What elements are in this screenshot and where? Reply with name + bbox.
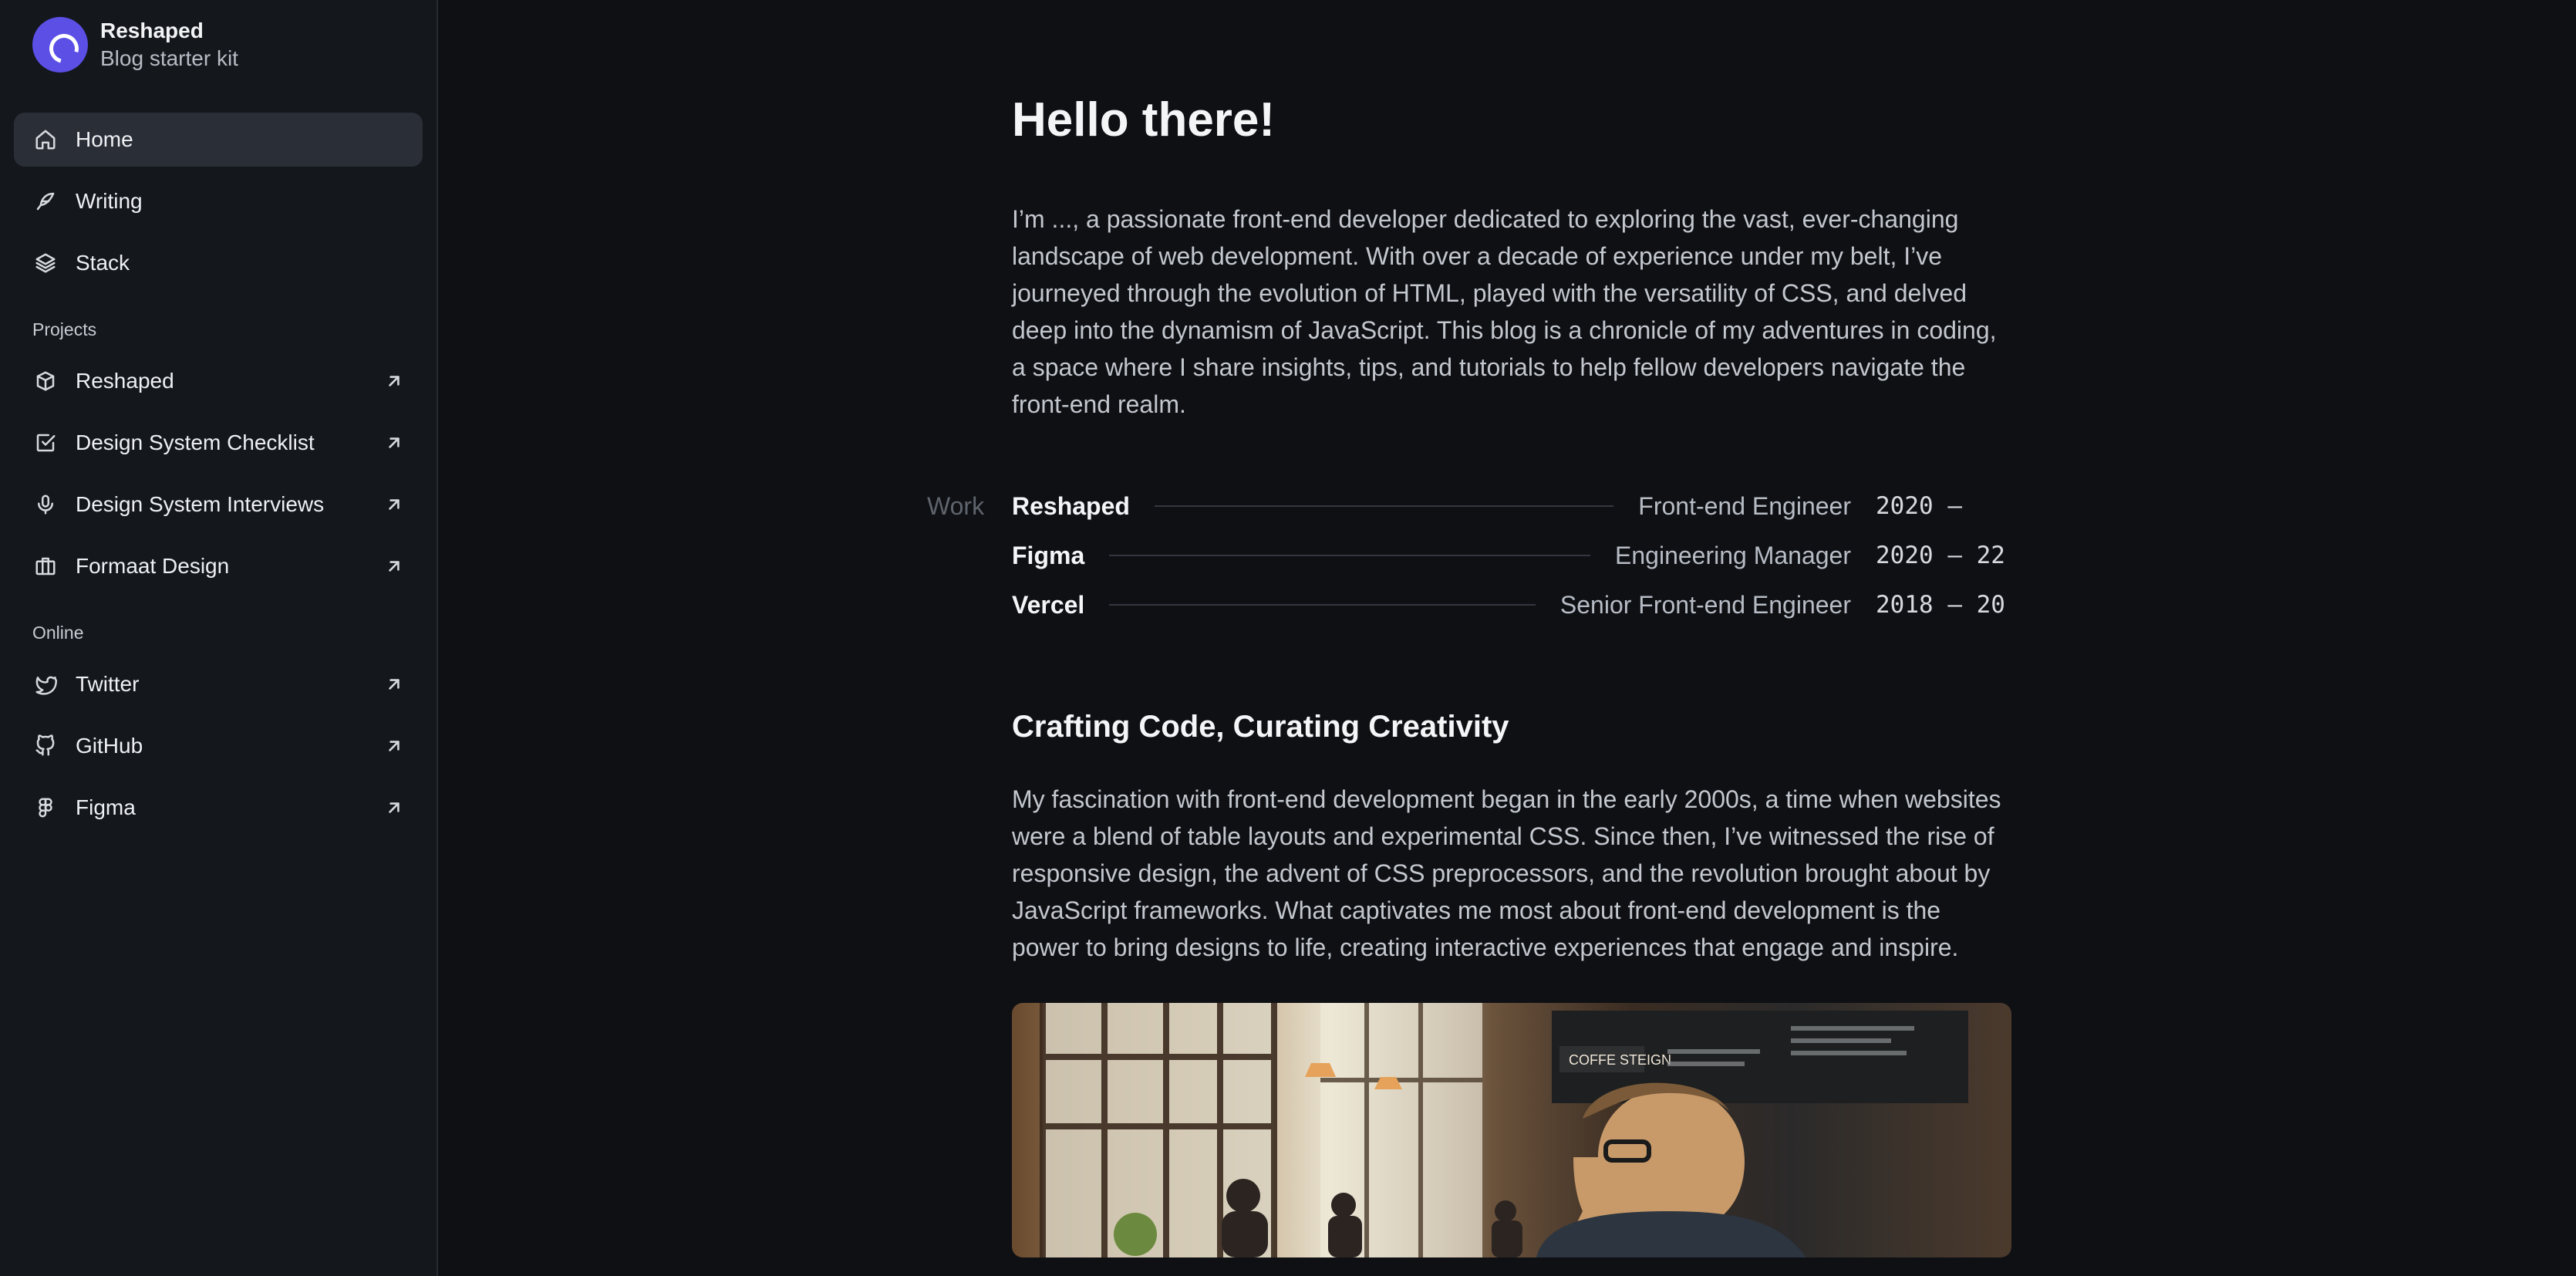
reshaped-logo-icon xyxy=(32,17,88,73)
online-list: Twitter GitHub Figma xyxy=(14,657,423,835)
nav-label: Twitter xyxy=(76,672,140,696)
nav-label: Design System Interviews xyxy=(76,492,325,516)
external-link-icon xyxy=(384,495,404,515)
project-item-reshaped[interactable]: Reshaped xyxy=(14,354,423,408)
hero-image: COFFE STEIGN xyxy=(1012,1003,2011,1257)
work-company: Vercel xyxy=(1012,590,1085,619)
nav-item-stack[interactable]: Stack xyxy=(14,236,423,290)
work-years: 2020 — xyxy=(1876,492,1962,520)
briefcase-icon xyxy=(32,553,59,579)
box-icon xyxy=(32,368,59,394)
nav-item-writing[interactable]: Writing xyxy=(14,174,423,228)
project-item-design-system-checklist[interactable]: Design System Checklist xyxy=(14,416,423,470)
external-link-icon xyxy=(384,798,404,818)
work-label: Work xyxy=(927,492,985,520)
nav-label: Home xyxy=(76,127,133,151)
nav-label: Design System Checklist xyxy=(76,430,315,454)
sidebar: Reshaped Blog starter kit Home Writing S… xyxy=(0,0,438,1276)
nav-item-home[interactable]: Home xyxy=(14,113,423,167)
page-title: Hello there! xyxy=(1012,93,1276,147)
home-icon xyxy=(32,127,59,153)
checkbox-icon xyxy=(32,430,59,456)
projects-list: Reshaped Design System Checklist Design … xyxy=(14,354,423,593)
nav-label: Formaat Design xyxy=(76,554,230,578)
feather-icon xyxy=(32,188,59,214)
project-item-formaat-design[interactable]: Formaat Design xyxy=(14,539,423,593)
nav-label: Reshaped xyxy=(76,369,174,393)
section-paragraph: My fascination with front-end developmen… xyxy=(1012,785,2001,961)
online-item-github[interactable]: GitHub xyxy=(14,719,423,773)
brand-subtitle: Blog starter kit xyxy=(100,46,238,70)
external-link-icon xyxy=(384,433,404,453)
work-role: Engineering Manager xyxy=(1615,541,1851,569)
work-row: Reshaped Front-end Engineer 2020 — xyxy=(1012,491,2011,522)
main-nav: Home Writing Stack xyxy=(14,113,423,290)
app: Reshaped Blog starter kit Home Writing S… xyxy=(0,0,2576,1276)
online-item-twitter[interactable]: Twitter xyxy=(14,657,423,711)
work-divider xyxy=(1154,505,1614,507)
nav-label: GitHub xyxy=(76,734,143,758)
stack-icon xyxy=(32,250,59,276)
main-content: Hello there! I’m ..., a passionate front… xyxy=(438,0,2576,1276)
work-row: Figma Engineering Manager 2020 — 22 xyxy=(1012,540,2011,571)
brand-name: Reshaped xyxy=(100,19,204,42)
work-row: Vercel Senior Front-end Engineer 2018 — … xyxy=(1012,589,2011,620)
work-company: Figma xyxy=(1012,541,1085,569)
twitter-icon xyxy=(32,671,59,697)
intro-paragraph: I’m ..., a passionate front-end develope… xyxy=(1012,205,1997,418)
section-heading: Crafting Code, Curating Creativity xyxy=(1012,710,1509,744)
figma-icon xyxy=(32,795,59,821)
work-divider xyxy=(1109,604,1536,606)
github-icon xyxy=(32,733,59,759)
project-item-design-system-interviews[interactable]: Design System Interviews xyxy=(14,478,423,532)
work-role: Senior Front-end Engineer xyxy=(1559,590,1851,619)
microphone-icon xyxy=(32,491,59,518)
external-link-icon xyxy=(384,674,404,694)
hero-sign-text: COFFE STEIGN xyxy=(1569,1052,1671,1068)
nav-label: Figma xyxy=(76,795,136,819)
work-company: Reshaped xyxy=(1012,491,1130,520)
work-divider xyxy=(1109,555,1591,556)
work-years: 2018 — 20 xyxy=(1876,591,2005,619)
article: Hello there! I’m ..., a passionate front… xyxy=(927,89,2011,1257)
external-link-icon xyxy=(384,371,404,391)
work-history: Work Reshaped Front-end Engineer 2020 — … xyxy=(927,491,2011,620)
online-title: Online xyxy=(32,623,84,643)
external-link-icon xyxy=(384,736,404,756)
projects-title: Projects xyxy=(32,319,97,339)
coffee-shop-illustration: COFFE STEIGN xyxy=(1040,1003,1968,1257)
work-years: 2020 — 22 xyxy=(1876,542,2005,569)
brand[interactable]: Reshaped Blog starter kit xyxy=(14,14,423,76)
nav-label: Stack xyxy=(76,251,130,275)
external-link-icon xyxy=(384,556,404,576)
online-item-figma[interactable]: Figma xyxy=(14,781,423,835)
work-role: Front-end Engineer xyxy=(1638,491,1851,520)
nav-label: Writing xyxy=(76,189,143,213)
